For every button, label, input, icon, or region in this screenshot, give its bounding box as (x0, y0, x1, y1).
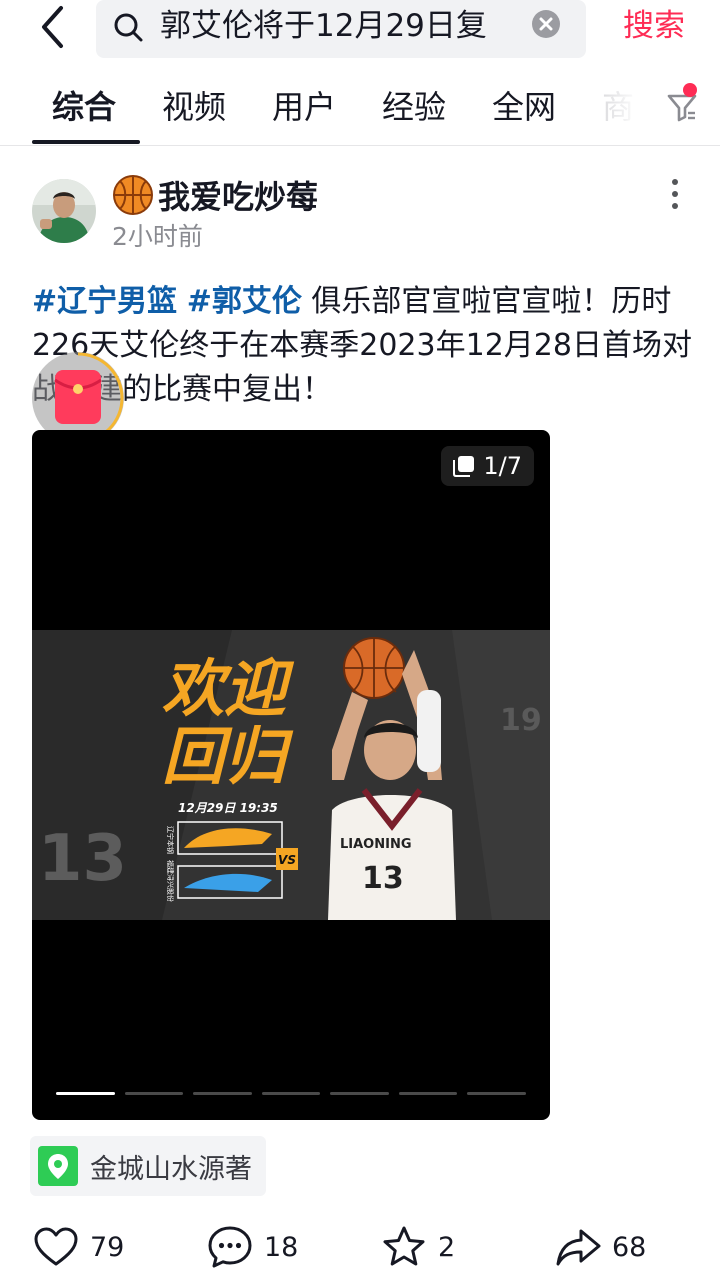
image-counter-text: 1/7 (483, 452, 522, 480)
carousel-dot-active (56, 1092, 115, 1095)
hashtag-liaoning[interactable]: #辽宁男篮 (32, 284, 177, 319)
tab-video[interactable]: 视频 (162, 82, 226, 132)
share-icon (556, 1229, 601, 1266)
carousel-dot (467, 1092, 527, 1095)
search-input[interactable]: 郭艾伦将于12月29日复 (96, 0, 586, 58)
comment-count: 18 (264, 1231, 299, 1263)
star-icon (383, 1226, 425, 1266)
favorite-button[interactable]: 2 (380, 1222, 455, 1272)
location-name[interactable]: 金城山水源著 (90, 1147, 252, 1186)
gallery-icon (453, 456, 475, 477)
poster-jersey-text: LIAONING (340, 837, 412, 852)
post-image-carousel[interactable]: 1/7 13 19 欢迎 回归 12月29日 19:35 辽宁本钢 福建浔兴股份… (32, 430, 550, 1120)
carousel-dot (330, 1092, 389, 1095)
like-button[interactable]: 79 (32, 1222, 124, 1272)
location-pin-icon (38, 1146, 78, 1186)
carousel-dot (398, 1092, 458, 1095)
poster-home-team: 辽宁本钢 (166, 826, 175, 854)
poster-vs: VS (278, 853, 296, 867)
avatar[interactable] (32, 179, 96, 243)
search-query-text[interactable]: 郭艾伦将于12月29日复 (160, 0, 530, 52)
carousel-indicator (56, 1092, 527, 1096)
poster-headline-line2: 回归 (162, 720, 294, 793)
top-search-bar: 郭艾伦将于12月29日复 搜索 (0, 0, 720, 64)
poster-headline-line1: 欢迎 (162, 652, 295, 725)
image-counter: 1/7 (441, 446, 534, 486)
poster-away-team: 福建浔兴股份 (166, 860, 175, 902)
tab-users[interactable]: 用户 (272, 82, 336, 132)
clear-icon[interactable] (532, 10, 560, 38)
location-tag[interactable]: 金城山水源著 (30, 1136, 266, 1196)
tab-experience[interactable]: 经验 (382, 82, 446, 132)
comment-button[interactable]: 18 (206, 1222, 298, 1272)
tab-web[interactable]: 全网 (492, 82, 556, 132)
back-icon[interactable] (28, 2, 78, 52)
basketball-icon (113, 175, 153, 215)
comment-icon (208, 1226, 252, 1268)
poster-match-time: 12月29日 19:35 (178, 801, 278, 815)
carousel-dot (193, 1092, 252, 1095)
author-name[interactable]: 我爱吃炒莓 (158, 172, 318, 218)
tab-comprehensive[interactable]: 综合 (52, 82, 116, 132)
share-button[interactable]: 68 (554, 1222, 646, 1272)
heart-icon (34, 1227, 78, 1266)
filter-notification-dot (683, 83, 697, 97)
carousel-dot (124, 1092, 184, 1095)
hashtag-guo-ailun[interactable]: #郭艾伦 (187, 284, 302, 319)
author-row[interactable]: 我爱吃炒莓 (112, 172, 318, 218)
favorite-count: 2 (438, 1231, 456, 1263)
search-submit-button[interactable]: 搜索 (604, 0, 704, 52)
post-time: 2小时前 (112, 222, 203, 251)
background-number: 13 (38, 822, 127, 896)
like-count: 79 (90, 1231, 125, 1263)
post-text: #辽宁男篮 #郭艾伦 俱乐部官宣啦官宣啦！历时226天艾伦终于在本赛季2023年… (32, 280, 692, 412)
search-icon (114, 13, 143, 42)
background-number-2: 19 (500, 703, 542, 738)
poster-image: 13 19 欢迎 回归 12月29日 19:35 辽宁本钢 福建浔兴股份 VS … (32, 630, 550, 920)
carousel-dot (261, 1092, 321, 1095)
result-tabs: 综合 视频 用户 经验 全网 商 (0, 74, 720, 146)
poster-jersey-number: 13 (362, 861, 404, 896)
more-options-icon[interactable] (660, 176, 690, 212)
share-count: 68 (612, 1231, 647, 1263)
active-tab-indicator (32, 140, 140, 144)
tabs-fade-overlay (580, 74, 660, 144)
